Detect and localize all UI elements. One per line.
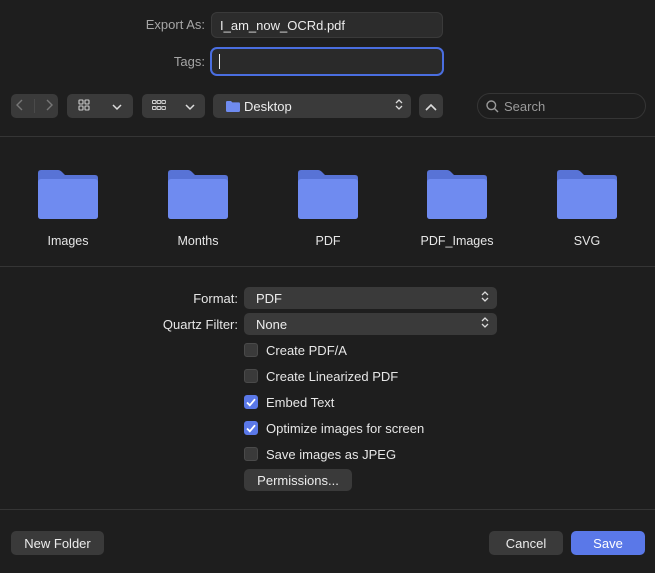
checkbox-label: Save images as JPEG: [266, 446, 397, 462]
export-as-value: I_am_now_OCRd.pdf: [220, 18, 346, 33]
separator: [0, 509, 655, 510]
quartz-filter-label: Quartz Filter:: [162, 317, 238, 332]
checkmark-icon: [246, 398, 256, 407]
checkbox-create-linearized-pdf[interactable]: Create Linearized PDF: [244, 366, 398, 386]
folder-item-months[interactable]: Months: [138, 168, 258, 248]
icon-view-button[interactable]: [67, 94, 133, 118]
search-placeholder: Search: [504, 98, 546, 114]
quartz-filter-value: None: [256, 316, 288, 332]
tags-field[interactable]: [210, 47, 444, 76]
text-cursor: [219, 54, 220, 69]
checkbox-optimize-images[interactable]: Optimize images for screen: [244, 418, 424, 438]
updown-icon: [481, 291, 489, 306]
checkbox-checked[interactable]: [244, 421, 258, 435]
divider: [34, 99, 35, 113]
checkbox-embed-text[interactable]: Embed Text: [244, 392, 334, 412]
checkbox-save-jpeg[interactable]: Save images as JPEG: [244, 444, 396, 464]
folder-icon: [268, 168, 388, 220]
folder-name: SVG: [573, 234, 601, 248]
updown-icon: [481, 317, 489, 332]
format-label: Format:: [193, 291, 238, 306]
export-as-field[interactable]: I_am_now_OCRd.pdf: [211, 12, 443, 38]
folder-icon: [527, 168, 647, 220]
checkbox-checked[interactable]: [244, 395, 258, 409]
permissions-button[interactable]: Permissions...: [244, 469, 352, 491]
folder-name: PDF: [315, 234, 341, 248]
chevron-down-icon: [112, 99, 122, 114]
location-popup[interactable]: Desktop: [213, 94, 411, 118]
grid-icon: [78, 98, 90, 114]
export-as-label: Export As:: [145, 17, 205, 32]
checkbox-label: Embed Text: [266, 394, 335, 410]
cancel-button[interactable]: Cancel: [489, 531, 563, 555]
checkmark-icon: [246, 424, 256, 433]
format-value: PDF: [256, 290, 282, 306]
tags-label: Tags:: [173, 54, 205, 69]
checkbox[interactable]: [244, 447, 258, 461]
forward-icon[interactable]: [45, 99, 53, 114]
folder-item-pdf-images[interactable]: PDF_Images: [397, 168, 517, 248]
separator: [0, 136, 655, 137]
collapse-button[interactable]: [419, 94, 443, 118]
new-folder-button[interactable]: New Folder: [11, 531, 104, 555]
checkbox[interactable]: [244, 343, 258, 357]
checkbox[interactable]: [244, 369, 258, 383]
back-icon[interactable]: [16, 99, 24, 114]
folder-icon: [8, 168, 128, 220]
separator: [0, 266, 655, 267]
gallery-grid-icon: [151, 99, 166, 114]
search-field[interactable]: Search: [477, 93, 646, 119]
updown-icon: [395, 99, 403, 114]
chevron-up-icon: [425, 99, 437, 114]
folder-item-pdf[interactable]: PDF: [268, 168, 388, 248]
checkbox-label: Optimize images for screen: [266, 420, 425, 436]
folder-icon: [226, 100, 240, 112]
checkbox-label: Create Linearized PDF: [266, 368, 399, 384]
group-view-button[interactable]: [142, 94, 205, 118]
save-button[interactable]: Save: [571, 531, 645, 555]
folder-item-svg[interactable]: SVG: [527, 168, 647, 248]
folder-name: Images: [47, 234, 89, 248]
location-label: Desktop: [244, 98, 292, 114]
folder-name: Months: [177, 234, 219, 248]
back-forward-control[interactable]: [11, 94, 58, 118]
search-icon: [486, 99, 499, 113]
checkbox-label: Create PDF/A: [266, 342, 347, 358]
folder-item-images[interactable]: Images: [8, 168, 128, 248]
format-popup[interactable]: PDF: [244, 287, 497, 309]
checkbox-create-pdfa[interactable]: Create PDF/A: [244, 340, 347, 360]
quartz-filter-popup[interactable]: None: [244, 313, 497, 335]
chevron-down-icon: [185, 99, 195, 114]
folder-icon: [397, 168, 517, 220]
folder-name: PDF_Images: [420, 234, 494, 248]
folder-icon: [138, 168, 258, 220]
